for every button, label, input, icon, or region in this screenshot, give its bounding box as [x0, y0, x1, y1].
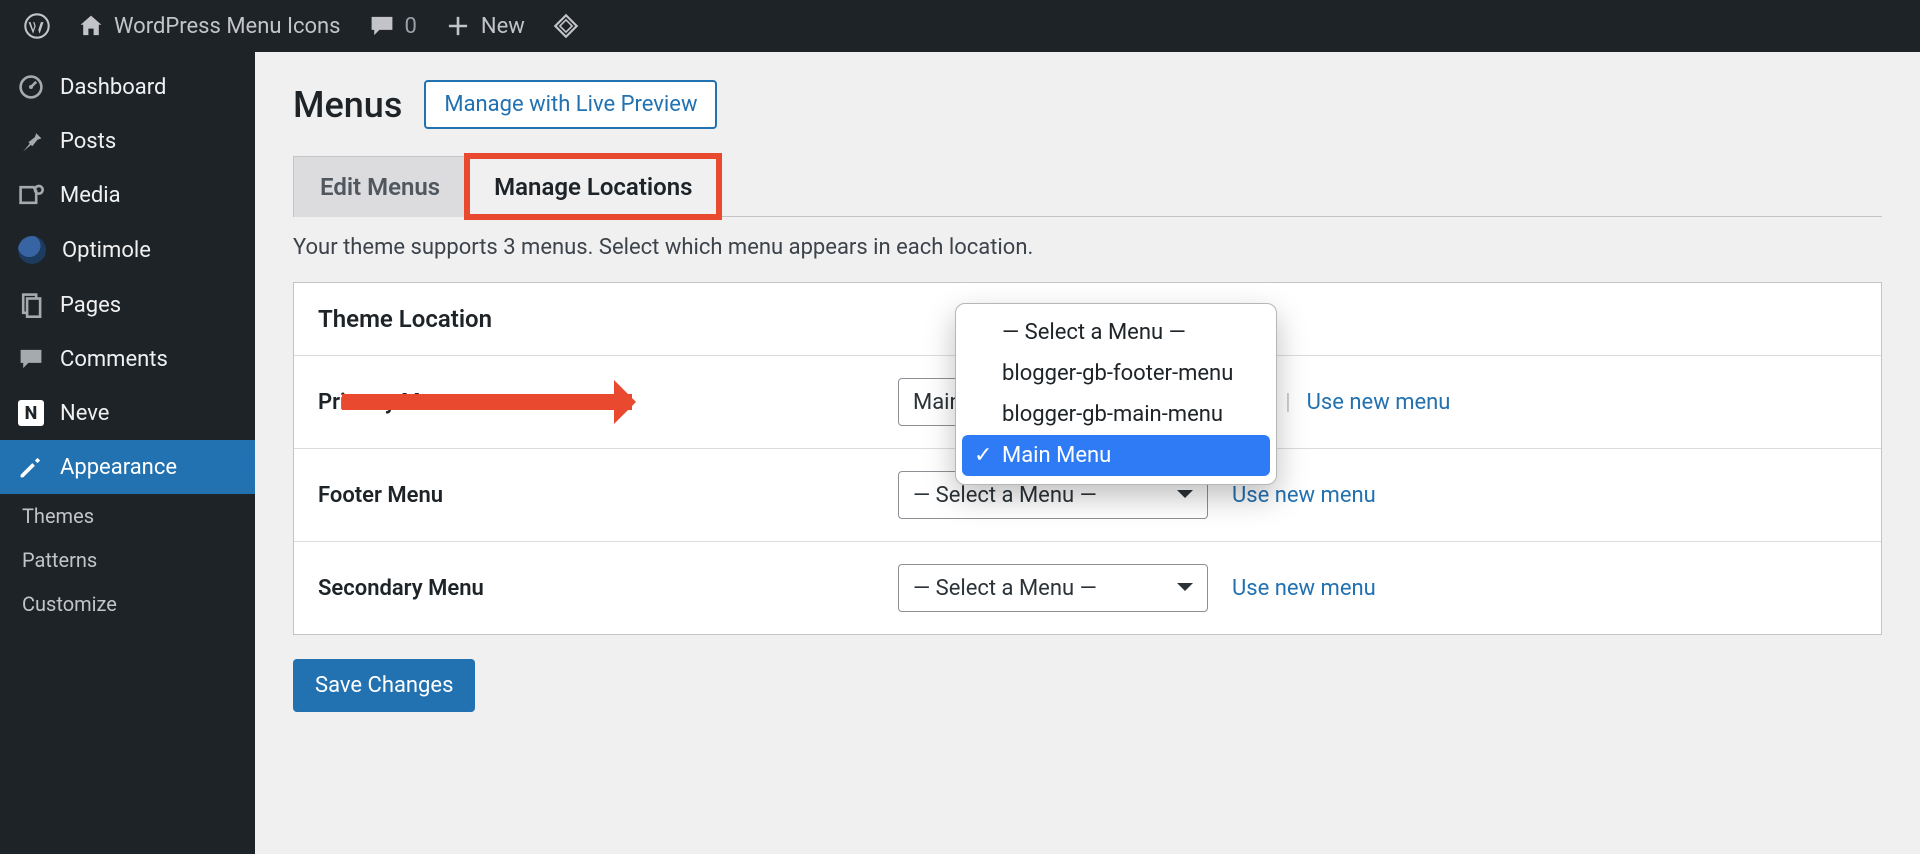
- site-title: WordPress Menu Icons: [114, 14, 341, 39]
- comments-count: 0: [405, 14, 417, 39]
- tab-edit-menus[interactable]: Edit Menus: [293, 156, 467, 217]
- plugin-icon-item[interactable]: [539, 0, 593, 52]
- sidebar-item-label: Dashboard: [60, 75, 166, 100]
- comment-icon: [369, 13, 395, 39]
- menu-select-dropdown: — Select a Menu — blogger-gb-footer-menu…: [955, 303, 1277, 485]
- sidebar-item-label: Pages: [60, 293, 121, 318]
- pin-icon: [18, 128, 44, 154]
- sidebar-item-label: Media: [60, 183, 121, 208]
- site-home[interactable]: WordPress Menu Icons: [64, 0, 355, 52]
- dropdown-option[interactable]: blogger-gb-main-menu: [962, 394, 1270, 435]
- link-divider: |: [1285, 390, 1290, 415]
- appearance-submenu: Themes Patterns Customize: [0, 494, 255, 626]
- comments-icon: [18, 346, 44, 372]
- media-icon: [18, 182, 44, 208]
- sidebar-item-comments[interactable]: Comments: [0, 332, 255, 386]
- sidebar-item-appearance[interactable]: Appearance: [0, 440, 255, 494]
- dropdown-option[interactable]: blogger-gb-footer-menu: [962, 353, 1270, 394]
- pages-icon: [18, 292, 44, 318]
- chevron-down-icon: [1177, 583, 1193, 599]
- chevron-down-icon: [1177, 490, 1193, 506]
- use-new-menu-link[interactable]: Use new menu: [1232, 576, 1376, 601]
- submenu-patterns[interactable]: Patterns: [22, 538, 255, 582]
- optimole-icon: [18, 236, 46, 264]
- live-preview-button[interactable]: Manage with Live Preview: [424, 80, 717, 129]
- new-content[interactable]: New: [431, 0, 539, 52]
- sidebar-item-optimole[interactable]: Optimole: [0, 222, 255, 278]
- admin-bar: WordPress Menu Icons 0 New: [0, 0, 1920, 52]
- tabs: Edit Menus Manage Locations: [293, 155, 1882, 217]
- dashboard-icon: [18, 74, 44, 100]
- page-title: Menus: [293, 84, 402, 126]
- sidebar-item-dashboard[interactable]: Dashboard: [0, 60, 255, 114]
- location-label: Secondary Menu: [318, 576, 898, 601]
- sidebar-item-neve[interactable]: N Neve: [0, 386, 255, 440]
- menu-select-secondary[interactable]: — Select a Menu —: [898, 564, 1208, 612]
- dropdown-option-selected[interactable]: Main Menu: [962, 435, 1270, 476]
- submenu-customize[interactable]: Customize: [22, 582, 255, 626]
- sidebar-item-posts[interactable]: Posts: [0, 114, 255, 168]
- plus-icon: [445, 13, 471, 39]
- sidebar-item-label: Appearance: [60, 455, 177, 480]
- admin-sidebar: Dashboard Posts Media Optimole Pages Com…: [0, 52, 255, 854]
- diamond-icon: [553, 13, 579, 39]
- neve-icon: N: [18, 400, 44, 426]
- tab-manage-locations[interactable]: Manage Locations: [467, 156, 719, 217]
- location-label: Footer Menu: [318, 483, 898, 508]
- location-label: Primary Menu: [318, 390, 898, 415]
- use-new-menu-link[interactable]: Use new menu: [1307, 390, 1451, 415]
- dropdown-option[interactable]: — Select a Menu —: [962, 312, 1270, 353]
- comments-link[interactable]: 0: [355, 0, 431, 52]
- sidebar-item-media[interactable]: Media: [0, 168, 255, 222]
- save-button[interactable]: Save Changes: [293, 659, 475, 712]
- wordpress-icon: [24, 13, 50, 39]
- submenu-themes[interactable]: Themes: [22, 494, 255, 538]
- annotation-arrow: [342, 394, 632, 410]
- wp-logo[interactable]: [10, 0, 64, 52]
- sidebar-item-label: Comments: [60, 347, 168, 372]
- home-icon: [78, 13, 104, 39]
- sidebar-item-pages[interactable]: Pages: [0, 278, 255, 332]
- description: Your theme supports 3 menus. Select whic…: [293, 235, 1882, 260]
- use-new-menu-link[interactable]: Use new menu: [1232, 483, 1376, 508]
- appearance-icon: [18, 454, 44, 480]
- sidebar-item-label: Neve: [60, 401, 109, 426]
- sidebar-item-label: Posts: [60, 129, 116, 154]
- new-label: New: [481, 14, 525, 39]
- table-row: Secondary Menu — Select a Menu — Use new…: [294, 542, 1881, 634]
- sidebar-item-label: Optimole: [62, 238, 151, 263]
